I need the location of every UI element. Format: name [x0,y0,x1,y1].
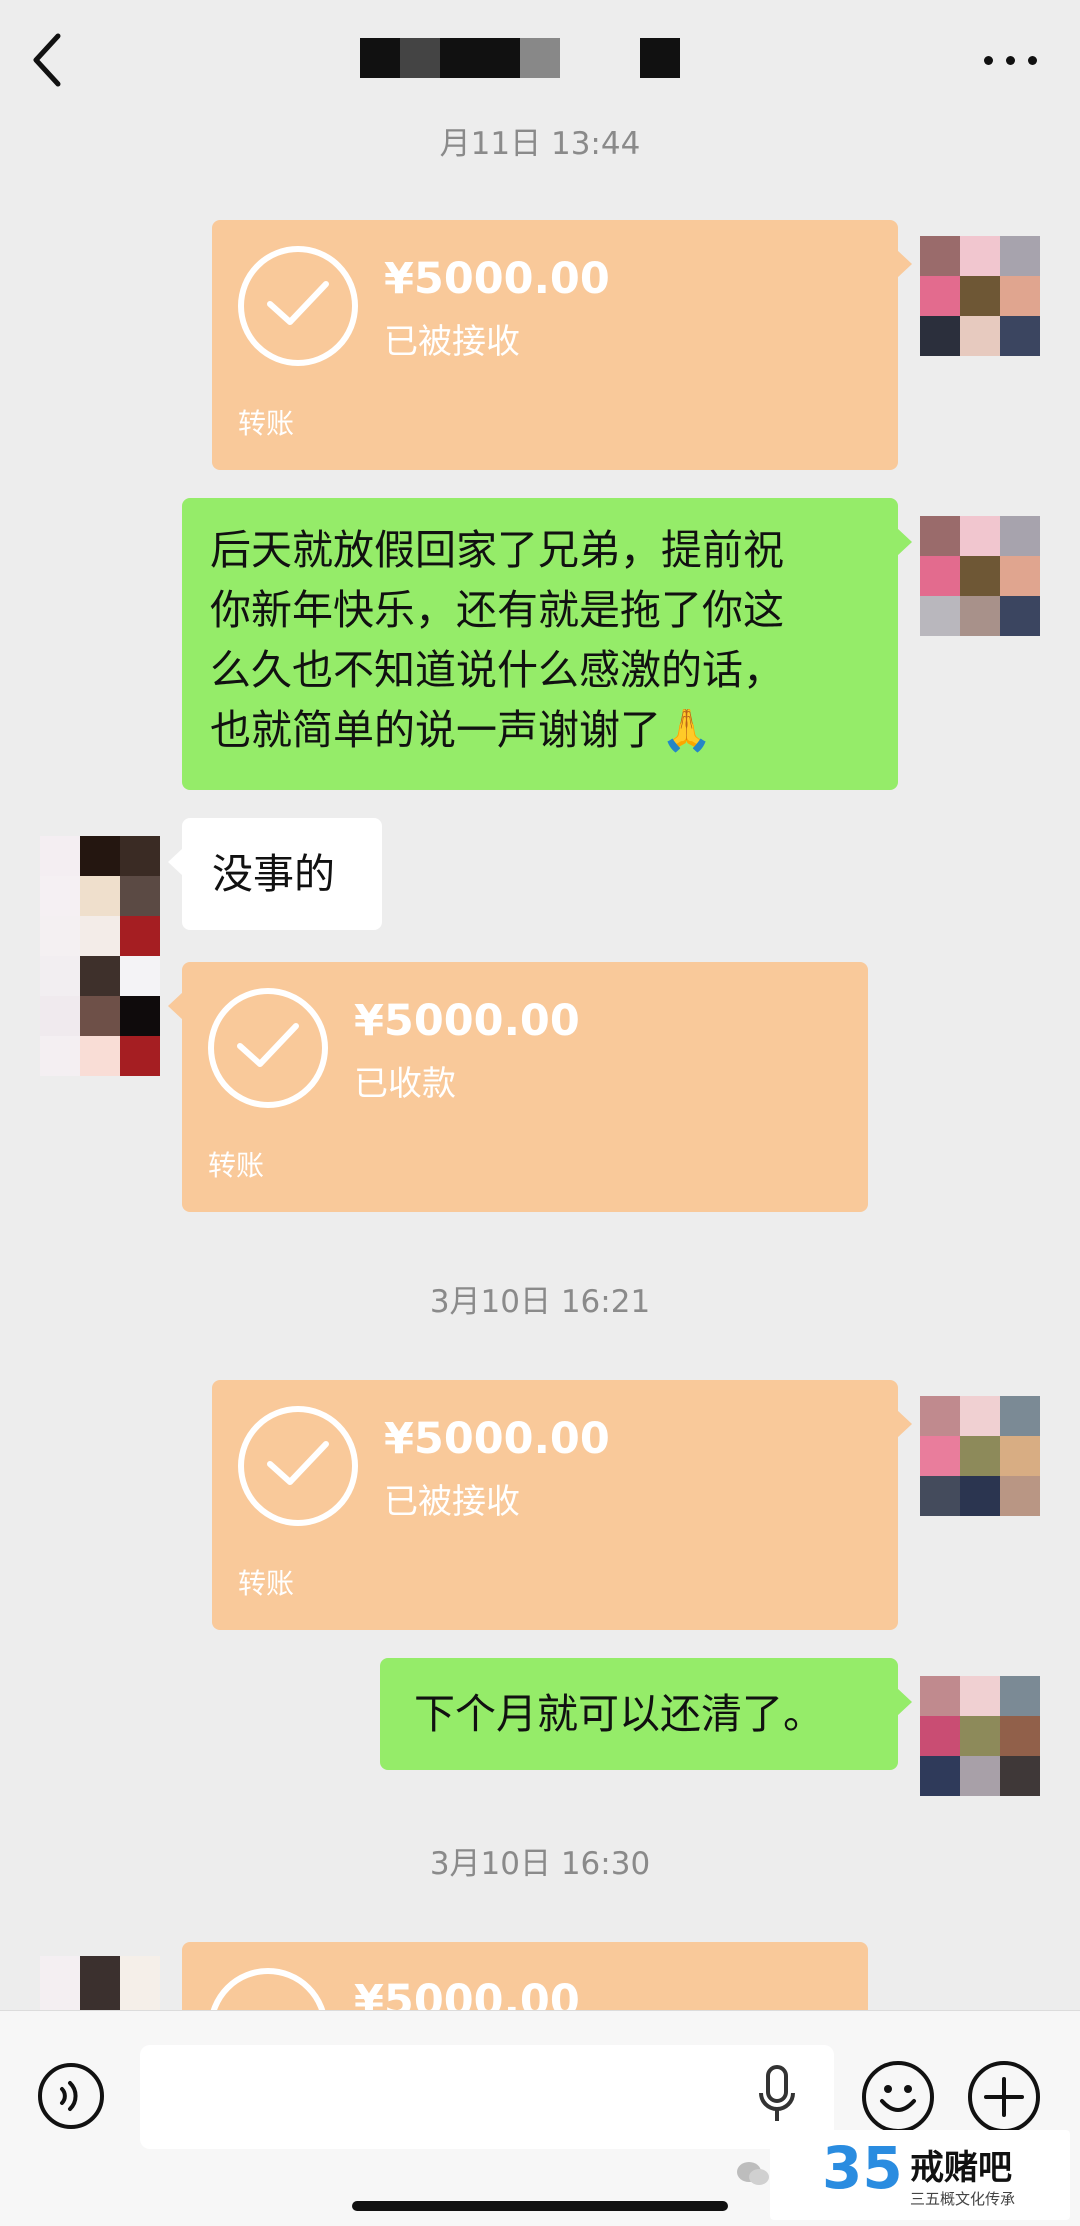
back-button[interactable] [24,28,80,92]
transfer-amount: ¥5000.00 [384,254,610,304]
avatar[interactable] [920,516,1040,636]
check-circle-icon [208,988,328,1108]
plus-icon [984,2077,1024,2117]
check-circle-icon [238,1406,358,1526]
emoji-icon [880,2085,916,2112]
chevron-left-icon [33,33,61,87]
timestamp: 3月10日 16:21 [429,1284,651,1320]
message-bubble[interactable]: 没事的 [168,818,382,930]
transfer-card[interactable]: ¥5000.00 已被接收 转账 [212,1380,912,1630]
watermark-logo: 35 戒赌吧 三五概文化传承 [770,2130,1070,2220]
transfer-card[interactable]: ¥5000.00 [182,1942,868,2010]
avatar[interactable] [920,236,1040,356]
transfer-status: 已被接收 [384,322,520,362]
voice-icon [60,2081,78,2111]
timestamp: 月11日 13:44 [439,126,641,162]
watermark-number: 35 [822,2134,903,2202]
avatar[interactable] [920,1676,1040,1796]
message-input[interactable] [140,2045,834,2149]
chat-title-pixelated [360,38,680,78]
check-circle-icon [238,246,358,366]
message-text: 下个月就可以还清了。 [414,1690,824,1738]
avatar[interactable] [40,836,160,1076]
more-dots-icon [984,56,993,65]
transfer-amount: ¥5000.00 [354,1976,580,2010]
transfer-label: 转账 [208,1149,265,1182]
transfer-card[interactable]: ¥5000.00 已被接收 转账 [212,220,912,470]
timestamp: 3月10日 16:30 [429,1846,651,1882]
check-circle-icon [208,1968,328,2010]
message-text-line: 么久也不知道说什么感激的话， [210,646,784,694]
voice-button[interactable] [38,2063,104,2129]
message-text-line: 后天就放假回家了兄弟，提前祝 [210,526,784,574]
transfer-label: 转账 [238,407,295,440]
watermark-name: 戒赌吧 [910,2148,1012,2188]
transfer-amount: ¥5000.00 [354,996,580,1046]
message-text-line: 你新年快乐，还有就是拖了你这 [210,586,784,634]
message-bubble[interactable]: 下个月就可以还清了。 [380,1658,912,1770]
avatar[interactable] [920,1396,1040,1516]
avatar[interactable] [40,1956,160,2010]
more-button[interactable] [976,40,1046,80]
message-bubble[interactable]: 后天就放假回家了兄弟，提前祝 你新年快乐，还有就是拖了你这 么久也不知道说什么感… [182,498,912,790]
transfer-status: 已被接收 [384,1482,520,1522]
watermark-subtitle: 三五概文化传承 [910,2190,1016,2208]
message-text: 没事的 [212,850,335,898]
transfer-card[interactable]: ¥5000.00 已收款 转账 [168,962,868,1212]
chat-header [0,0,1080,120]
emoji-button[interactable] [862,2061,934,2133]
wechat-logo-icon [737,2162,769,2185]
transfer-label: 转账 [238,1567,295,1600]
message-text-line: 也就简单的说一声谢谢了🙏 [210,706,713,754]
transfer-status: 已收款 [354,1064,456,1104]
transfer-amount: ¥5000.00 [384,1414,610,1464]
microphone-icon[interactable] [757,2063,797,2131]
plus-button[interactable] [968,2061,1040,2133]
home-indicator [352,2201,728,2211]
